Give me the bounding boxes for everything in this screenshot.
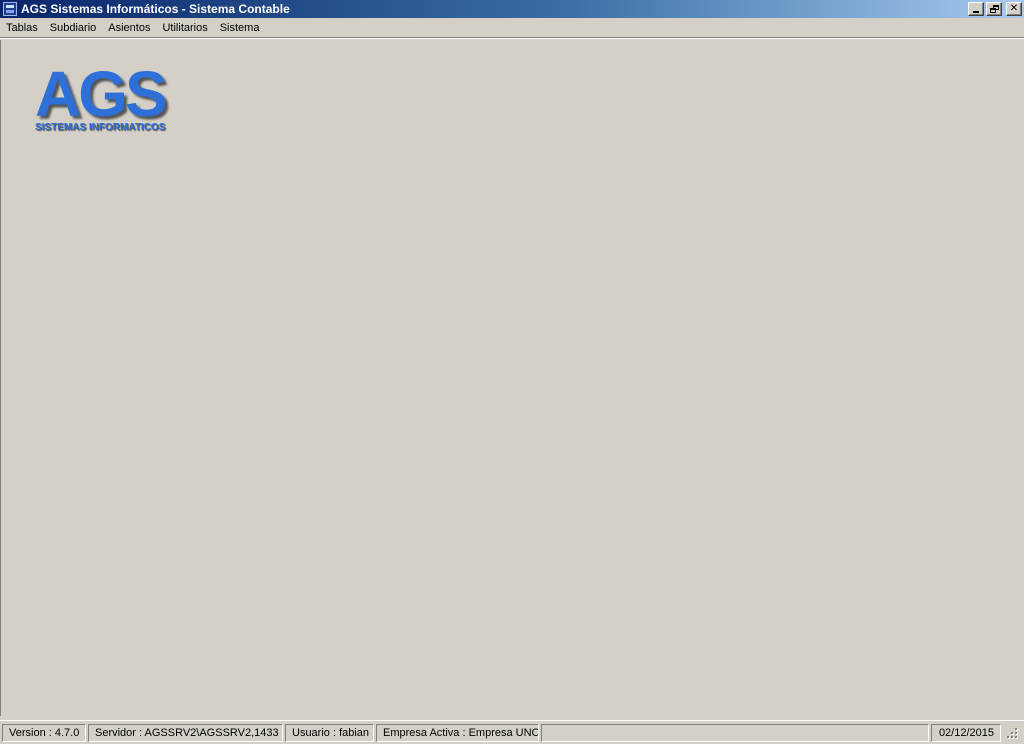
status-server: Servidor : AGSSRV2\AGSSRV2,1433 [88, 723, 283, 742]
title-bar[interactable]: AGS Sistemas Informáticos - Sistema Cont… [0, 0, 1024, 18]
window-title: AGS Sistemas Informáticos - Sistema Cont… [21, 2, 290, 16]
logo-text: AGS [35, 58, 168, 130]
menu-separator [0, 38, 1024, 39]
status-version: Version : 4.7.0 [2, 723, 86, 742]
status-company: Empresa Activa : Empresa UNO [376, 723, 539, 742]
restore-button[interactable] [986, 2, 1002, 16]
menu-sistema[interactable]: Sistema [214, 19, 266, 37]
menu-bar: Tablas Subdiario Asientos Utilitarios Si… [0, 18, 1024, 38]
resize-grip-icon[interactable] [1005, 726, 1019, 740]
status-empty-panel [541, 723, 929, 742]
app-icon[interactable] [3, 2, 17, 16]
company-logo: AGS SISTEMAS INFORMATICOS [35, 62, 175, 140]
menu-subdiario[interactable]: Subdiario [44, 19, 102, 37]
minimize-button[interactable] [968, 2, 984, 16]
status-user: Usuario : fabian [285, 723, 374, 742]
window-controls: ✕ [968, 2, 1022, 16]
mdi-client-area[interactable]: AGS SISTEMAS INFORMATICOS [0, 40, 1024, 716]
logo-subtitle: SISTEMAS INFORMATICOS [35, 122, 166, 133]
status-date: 02/12/2015 [931, 723, 1001, 742]
menu-tablas[interactable]: Tablas [0, 19, 44, 37]
menu-asientos[interactable]: Asientos [102, 19, 156, 37]
minimize-icon [973, 11, 979, 13]
status-bar: Version : 4.7.0 Servidor : AGSSRV2\AGSSR… [0, 720, 1024, 744]
restore-icon [990, 5, 999, 13]
menu-utilitarios[interactable]: Utilitarios [156, 19, 213, 37]
close-button[interactable]: ✕ [1006, 2, 1022, 16]
main-window: AGS Sistemas Informáticos - Sistema Cont… [0, 0, 1024, 744]
close-icon: ✕ [1009, 3, 1019, 14]
